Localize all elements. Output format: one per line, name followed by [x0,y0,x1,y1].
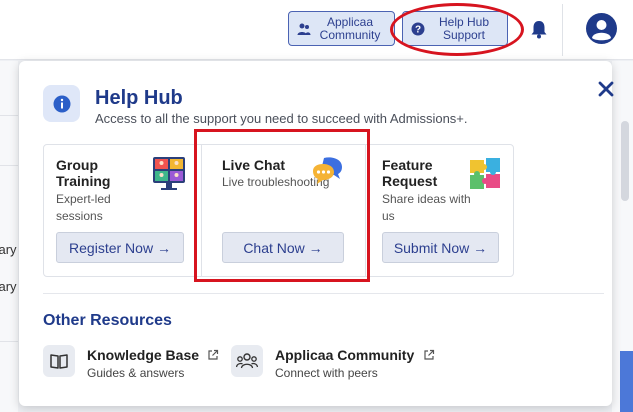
background-page-right [612,61,633,412]
chat-now-button[interactable]: Chat Now → [222,232,344,263]
side-tab[interactable] [620,351,633,412]
help-hub-panel: Help Hub Access to all the support you n… [19,61,615,406]
header-divider [562,4,563,56]
card-divider [365,145,366,276]
external-link-icon [423,348,435,360]
resource-subtitle: Connect with peers [275,366,378,380]
card-description: Expert-led sessions [56,192,111,223]
register-now-button[interactable]: Register Now → [56,232,184,263]
book-icon [43,345,75,377]
card-title: Feature Request [382,157,438,189]
other-resources-heading: Other Resources [43,312,172,329]
people-icon [231,345,263,377]
bg-row-divider [0,165,18,166]
card-live-chat: Live Chat Live troubleshooting Chat Now … [210,145,356,276]
info-icon [43,85,80,122]
card-divider [201,145,202,276]
community-button-label: Applicaa Community [319,14,381,42]
card-group-training: Group Training Expert-led sessions Regis… [44,145,201,276]
bg-row-text: sary [0,279,17,294]
close-icon[interactable] [597,80,615,98]
card-title: Group Training [56,157,111,189]
bg-row-text: sary [0,242,17,257]
bg-row-divider [0,341,18,342]
card-title: Live Chat [222,157,286,173]
resource-subtitle: Guides & answers [87,366,185,380]
bell-icon[interactable] [530,19,548,39]
support-cards: Group Training Expert-led sessions Regis… [43,144,514,277]
background-page-left: sary sary [0,61,18,412]
card-description: Share ideas with us [382,192,471,223]
community-button[interactable]: Applicaa Community [288,11,395,46]
section-divider [43,293,604,294]
panel-subtitle: Access to all the support you need to su… [95,111,468,126]
external-link-icon [207,348,219,360]
resource-title: Knowledge Base [87,347,200,363]
resource-title: Applicaa Community [275,347,415,363]
puzzle-icon [468,156,504,192]
chat-bubbles-icon [310,155,346,191]
video-conference-icon [151,156,187,192]
panel-title: Help Hub [95,87,183,109]
card-feature-request: Feature Request Share ideas with us Subm… [370,145,515,276]
scrollbar-thumb[interactable] [621,121,629,201]
resource-applicaa-community[interactable]: Applicaa Community Connect with peers [231,344,441,384]
people-icon [297,22,311,36]
highlight-oval [390,3,524,56]
resource-knowledge-base[interactable]: Knowledge Base Guides & answers [43,344,223,384]
submit-now-button[interactable]: Submit Now → [382,232,499,263]
top-bar: Applicaa Community ? Help Hub Support [0,0,633,60]
bg-row-divider [0,115,18,116]
user-avatar-icon[interactable] [586,13,617,44]
